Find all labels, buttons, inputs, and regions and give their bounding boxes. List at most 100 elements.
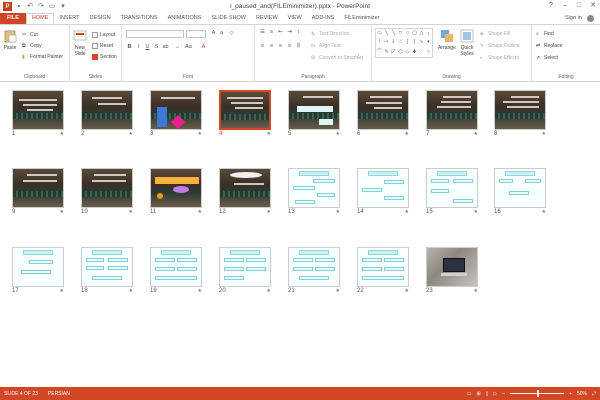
columns-icon[interactable]: ⫼	[295, 43, 302, 50]
slide-thumbnail[interactable]: 17 ★	[12, 247, 64, 294]
bullets-icon[interactable]: ☰	[259, 29, 266, 36]
callout-shape-icon[interactable]: ◸	[390, 48, 397, 57]
zoom-slider-knob[interactable]	[537, 390, 540, 397]
cut-button[interactable]: ✂ Cut	[22, 31, 38, 39]
reading-view-icon[interactable]: ▯	[486, 391, 489, 397]
transition-star-icon[interactable]: ★	[542, 209, 546, 215]
connector-shape-icon[interactable]: ┐	[425, 29, 432, 38]
slide-thumbnail[interactable]: 11 ★	[150, 168, 202, 215]
slide-thumbnail[interactable]: 1 ★	[12, 90, 64, 137]
shape-fill-button[interactable]: ◈ Shape Fill	[480, 30, 510, 38]
section-button[interactable]: Section	[92, 53, 117, 61]
slide-thumbnail[interactable]: 19 ★	[150, 247, 202, 294]
slide-thumbnail[interactable]: 3 ★	[150, 90, 202, 137]
quick-styles-button[interactable]: Quick Styles	[460, 29, 474, 57]
paste-button[interactable]: Paste	[3, 29, 17, 51]
transition-star-icon[interactable]: ★	[405, 209, 409, 215]
wave-shape-icon[interactable]: ∿	[418, 38, 425, 47]
slide-thumbnail[interactable]: 18 ★	[81, 247, 133, 294]
italic-icon[interactable]: I	[135, 44, 142, 51]
transition-star-icon[interactable]: ★	[336, 288, 340, 294]
slide-thumbnail[interactable]: 12 ★	[219, 168, 271, 215]
transition-star-icon[interactable]: ★	[267, 288, 271, 294]
change-case-icon[interactable]: Aa	[185, 44, 192, 51]
numbering-icon[interactable]: ≡	[268, 29, 275, 36]
tab-file[interactable]: FILE	[0, 13, 26, 24]
replace-button[interactable]: ⇄ Replace	[536, 42, 562, 50]
transition-star-icon[interactable]: ★	[267, 209, 271, 215]
transition-star-icon[interactable]: ★	[336, 131, 340, 137]
text-direction-button[interactable]: ⇅ Text Direction	[311, 30, 349, 38]
transition-star-icon[interactable]: ★	[129, 131, 133, 137]
rounded-rect-shape-icon[interactable]: ▢	[411, 29, 418, 38]
underline-icon[interactable]: U	[144, 44, 151, 51]
strikethrough-icon[interactable]: ab	[162, 44, 169, 51]
new-slide-button[interactable]: New Slide	[73, 29, 87, 57]
align-text-button[interactable]: ⊟ Align Text	[311, 42, 341, 50]
slide-thumbnail[interactable]: 10 ★	[81, 168, 133, 215]
align-center-icon[interactable]: ≡	[268, 43, 275, 50]
heart-shape-icon[interactable]: ♡	[418, 48, 425, 57]
transition-star-icon[interactable]: ★	[542, 131, 546, 137]
shrink-font-icon[interactable]: a	[218, 30, 225, 37]
font-color-icon[interactable]: A	[200, 44, 207, 51]
tab-design[interactable]: DESIGN	[85, 13, 116, 24]
transition-star-icon[interactable]: ★	[60, 209, 64, 215]
redo-icon[interactable]: ↷	[37, 3, 45, 11]
slide-thumbnail[interactable]: 14 ★	[357, 168, 409, 215]
tab-fileminimizer[interactable]: FILEminimizer	[339, 13, 384, 24]
shadow-icon[interactable]: S	[153, 44, 160, 51]
shapes-gallery[interactable]: ▭ ╲ ╲ □ ○ ▢ △ ┐ └ ⇨ ⇩ ☆{} ∿ ▾ ⌒ ✎ ◸ ⬡ ◇ ✚ ♡ ▿	[375, 28, 433, 58]
hexagon-shape-icon[interactable]: ⬡	[397, 48, 404, 57]
shape-outline-button[interactable]: ✎ Shape Outline	[480, 42, 520, 50]
transition-star-icon[interactable]: ★	[405, 131, 409, 137]
slide-thumbnail[interactable]: 16 ★	[494, 168, 546, 215]
rect-shape-icon[interactable]: □	[397, 29, 404, 38]
tab-review[interactable]: REVIEW	[251, 13, 283, 24]
slide-thumbnail[interactable]: 23 ★	[426, 247, 478, 294]
font-size-field[interactable]	[186, 30, 206, 38]
help-button[interactable]: ?	[544, 0, 558, 12]
transition-star-icon[interactable]: ★	[60, 288, 64, 294]
curve-shape-icon[interactable]: ⌒	[376, 48, 383, 57]
bold-icon[interactable]: B	[126, 44, 133, 51]
slide-thumbnail[interactable]: 7 ★	[426, 90, 478, 137]
freeform-shape-icon[interactable]: ✎	[383, 48, 390, 57]
transition-star-icon[interactable]: ★	[198, 288, 202, 294]
arrange-button[interactable]: Arrange	[438, 29, 456, 51]
connector2-shape-icon[interactable]: └	[376, 38, 383, 47]
transition-star-icon[interactable]: ★	[198, 131, 202, 137]
increase-indent-icon[interactable]: ⇥	[286, 29, 293, 36]
tab-add-ins[interactable]: ADD-INS	[307, 13, 340, 24]
transition-star-icon[interactable]: ★	[405, 288, 409, 294]
bracket2-shape-icon[interactable]: }	[411, 38, 418, 47]
shape-effects-button[interactable]: ◐ Shape Effects	[480, 54, 519, 62]
copy-button[interactable]: ⧉ Copy	[22, 42, 42, 50]
slide-sorter-view-icon[interactable]: ⊞	[476, 391, 480, 397]
tab-insert[interactable]: INSERT	[54, 13, 84, 24]
transition-star-icon[interactable]: ★	[474, 131, 478, 137]
diamond-shape-icon[interactable]: ◇	[404, 48, 411, 57]
save-icon[interactable]: ▪	[15, 3, 23, 11]
normal-view-icon[interactable]: ▭	[467, 391, 472, 397]
find-button[interactable]: ⌕ Find	[536, 30, 554, 38]
more-shapes-icon[interactable]: ▾	[425, 38, 432, 47]
expand-gallery-icon[interactable]: ▿	[425, 48, 432, 57]
transition-star-icon[interactable]: ★	[267, 131, 271, 137]
transition-star-icon[interactable]: ★	[474, 288, 478, 294]
slide-thumbnail-selected[interactable]: 4 ★	[219, 90, 271, 137]
slide-thumbnail[interactable]: 20 ★	[219, 247, 271, 294]
transition-star-icon[interactable]: ★	[129, 209, 133, 215]
tab-home[interactable]: HOME	[25, 13, 55, 24]
minimize-button[interactable]: –	[558, 0, 572, 12]
fit-to-window-icon[interactable]: ⤢	[592, 391, 596, 397]
layout-button[interactable]: Layout	[92, 31, 115, 39]
maximize-button[interactable]: □	[572, 0, 586, 12]
textbox-shape-icon[interactable]: ▭	[376, 29, 383, 38]
tab-animations[interactable]: ANIMATIONS	[163, 13, 207, 24]
zoom-in-icon[interactable]: +	[569, 391, 572, 397]
transition-star-icon[interactable]: ★	[474, 209, 478, 215]
sign-in-link[interactable]: Sign in	[565, 13, 582, 24]
transition-star-icon[interactable]: ★	[198, 209, 202, 215]
bracket-shape-icon[interactable]: {	[404, 38, 411, 47]
